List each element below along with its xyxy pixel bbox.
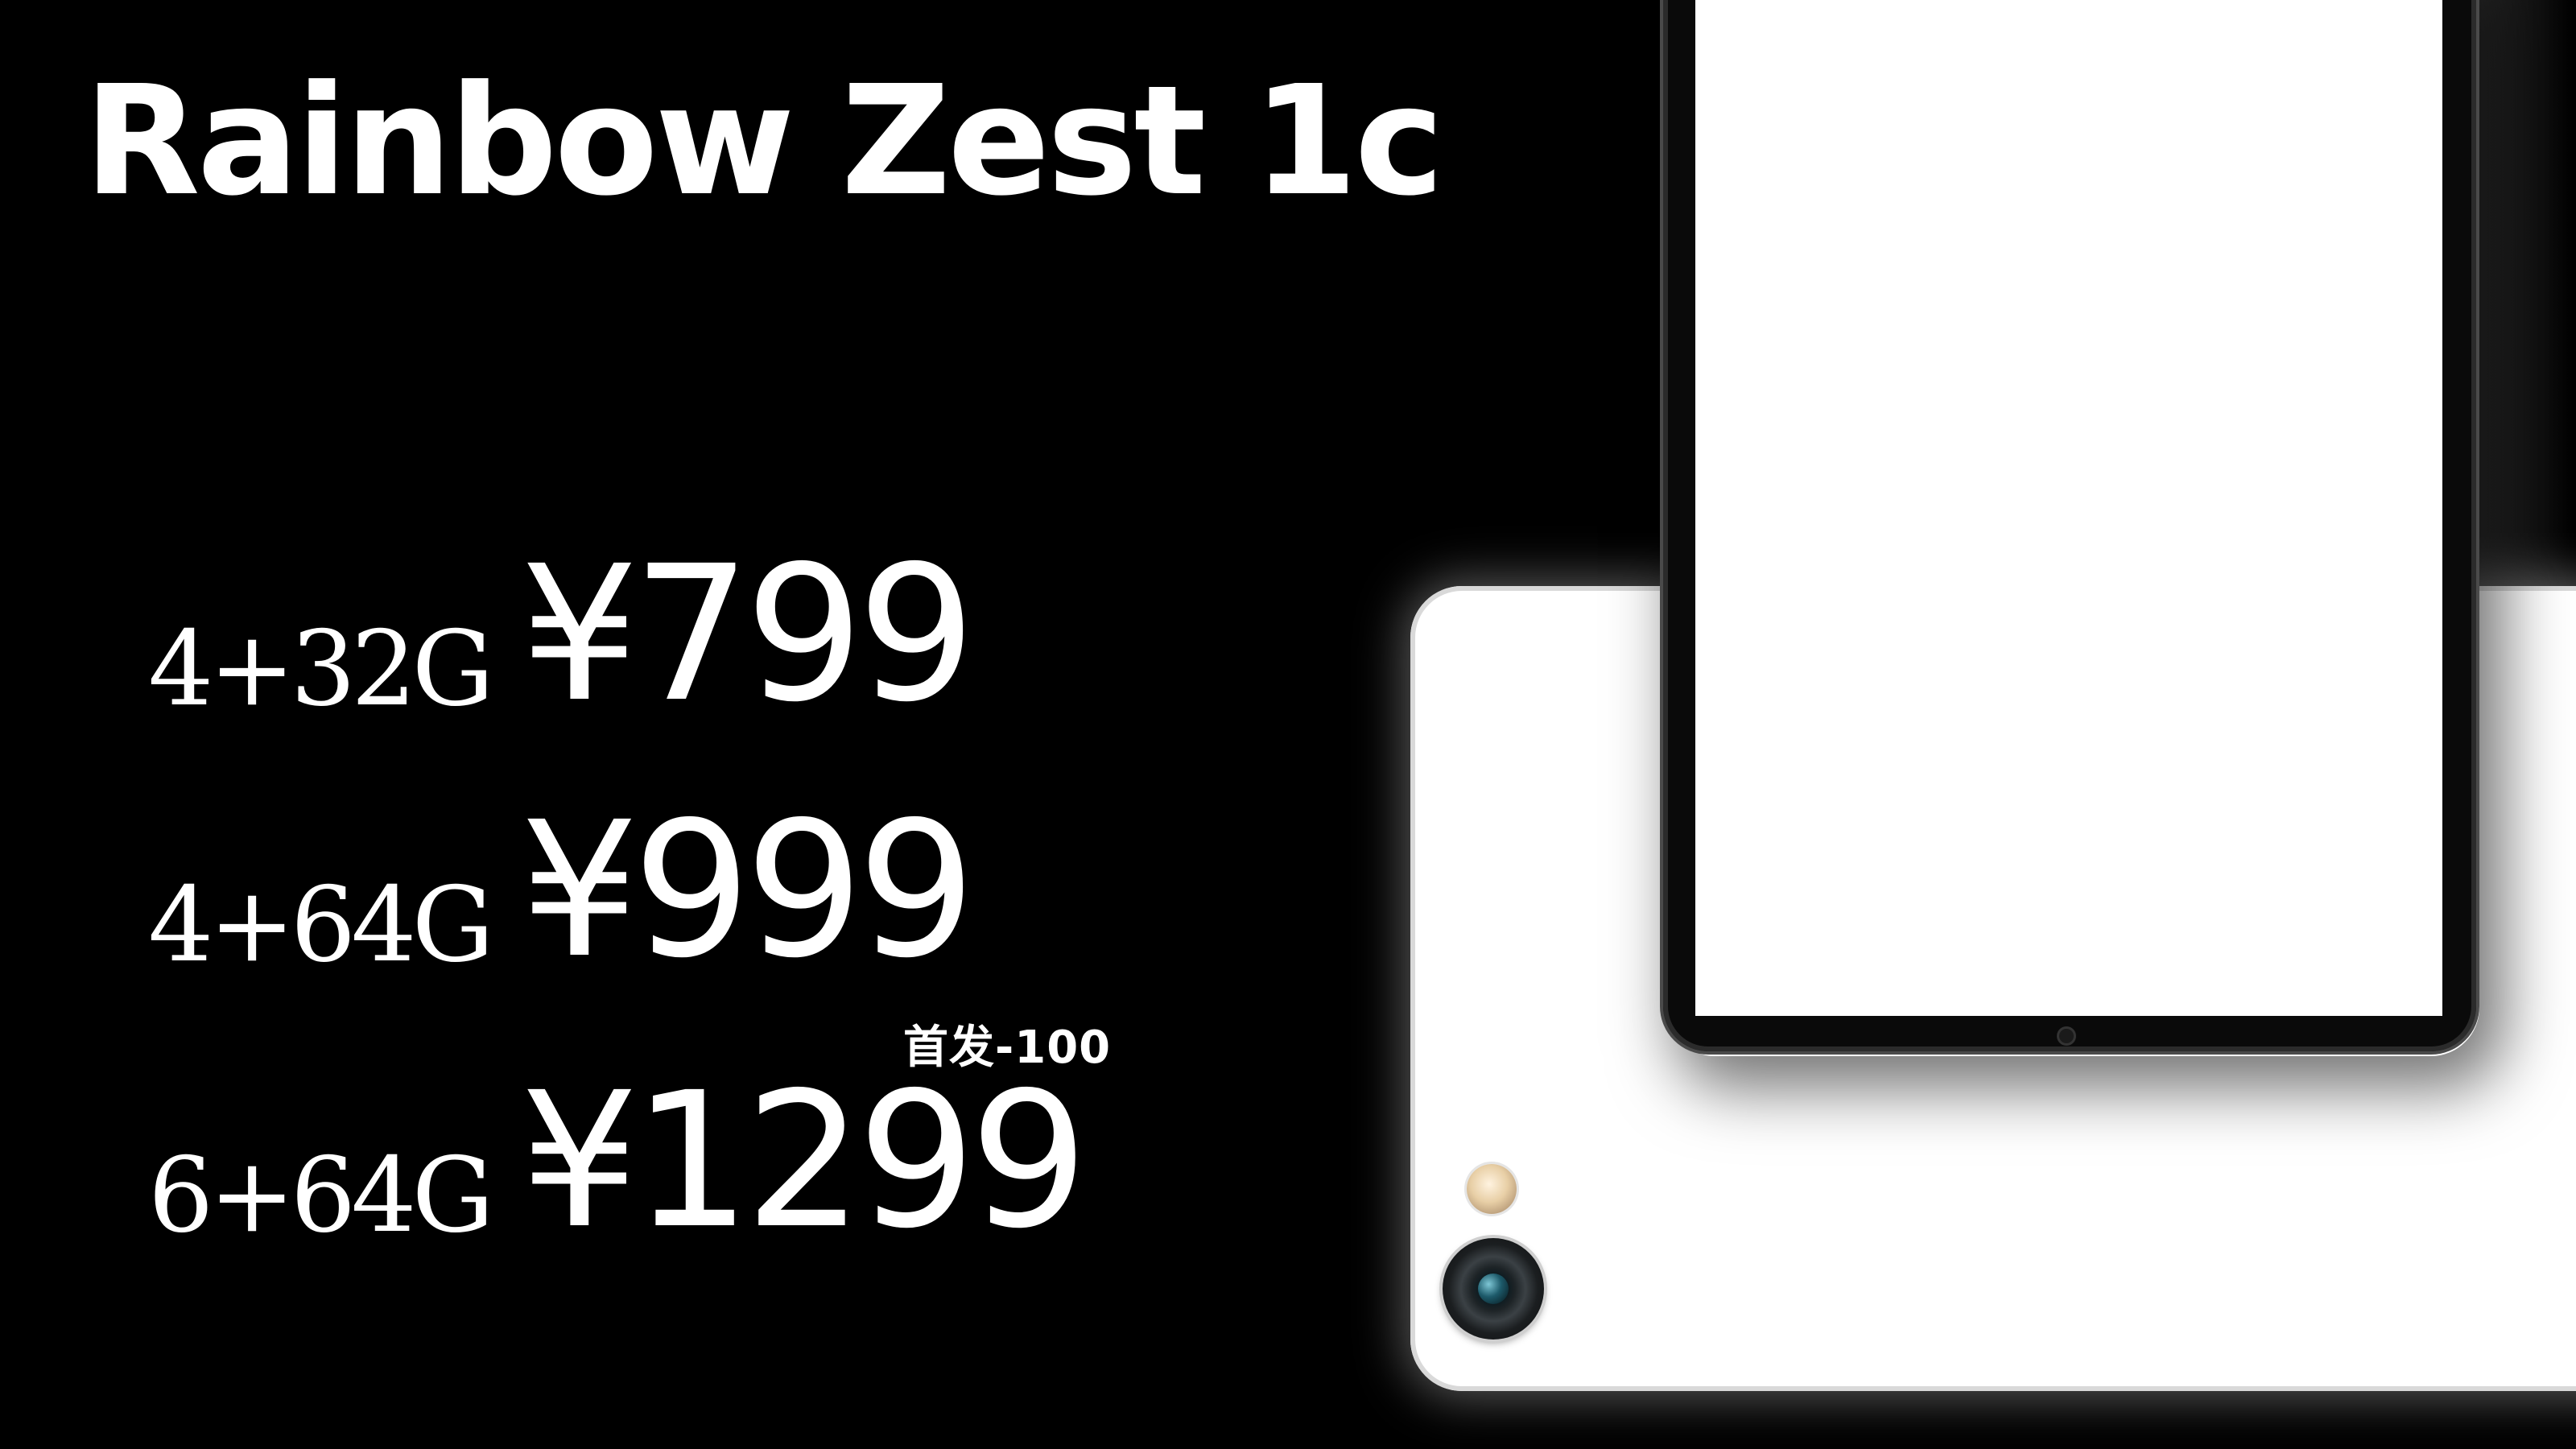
background-glow [2479,0,2576,586]
price-value: ¥1299 [520,1052,1088,1269]
tablet-screen [1695,0,2442,1016]
spec-label: 6+64G [148,1136,494,1256]
spec-label: 4+32G [148,609,494,729]
price-value: ¥799 [520,526,976,743]
camera-flash-icon [1467,1164,1517,1214]
price-value: ¥999 [520,782,976,999]
camera-lens-icon [1478,1274,1509,1304]
product-title: Rainbow Zest 1c [84,53,1444,229]
spec-label: 4+64G [148,865,494,985]
product-banner: Rainbow Zest 1c 4+32G ¥799 4+64G ¥999 首发… [0,0,2576,1449]
front-camera-icon [2059,1029,2074,1043]
